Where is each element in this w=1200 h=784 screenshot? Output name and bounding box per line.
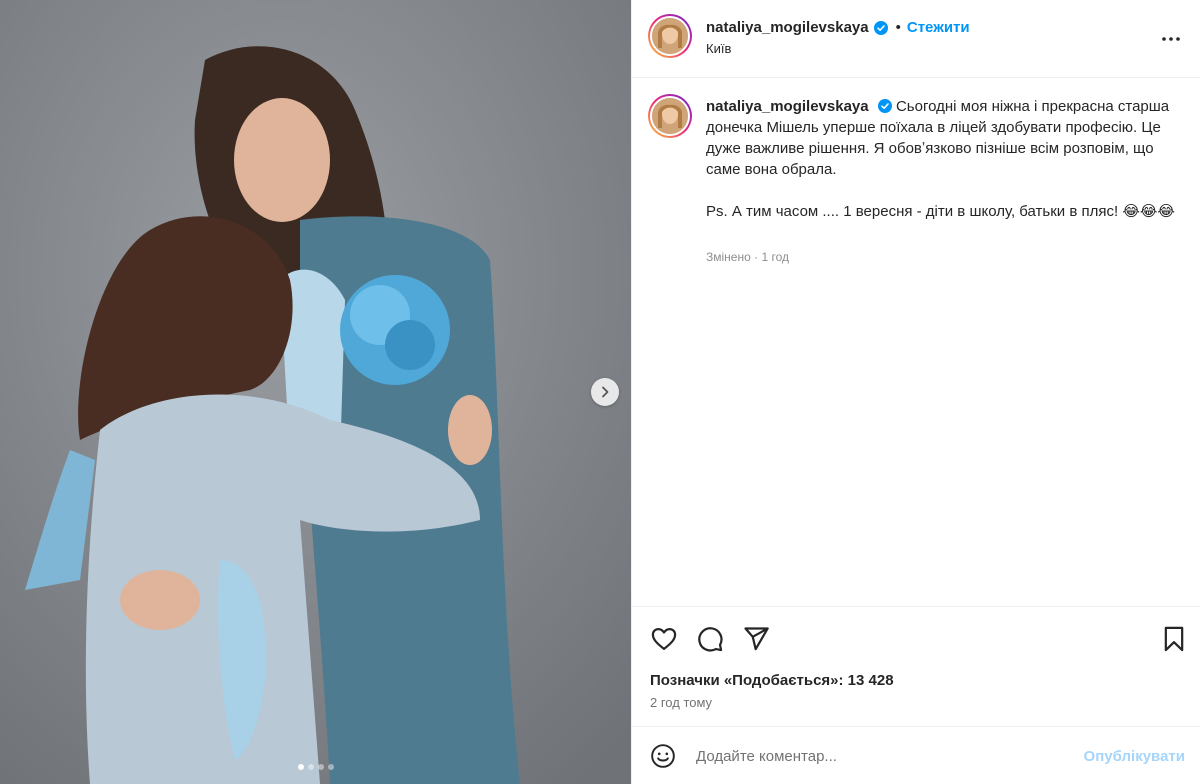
- avatar-image: [650, 96, 690, 136]
- post-media[interactable]: [0, 0, 631, 784]
- emoji-icon[interactable]: [650, 743, 676, 769]
- post-header: nataliya_mogilevskaya • Стежити Київ: [632, 0, 1200, 78]
- carousel-dot: [327, 764, 334, 770]
- avatar[interactable]: [648, 14, 692, 58]
- avatar[interactable]: [648, 94, 692, 138]
- bookmark-icon[interactable]: [1160, 625, 1188, 653]
- location-link[interactable]: Київ: [706, 41, 731, 56]
- verified-badge-icon: [877, 99, 892, 113]
- verified-badge-icon: [873, 20, 888, 35]
- separator-dot: •: [895, 19, 901, 36]
- avatar-image: [650, 16, 690, 56]
- comment-bar: Опублікувати: [632, 726, 1200, 784]
- carousel-dot: [297, 764, 304, 770]
- caption-text: nataliya_mogilevskaya Сьогодні моя ніжна…: [706, 96, 1176, 222]
- carousel-indicator: [0, 764, 631, 770]
- likes-count[interactable]: Позначки «Подобається»: 13 428: [650, 672, 894, 689]
- caption-ps: Ps. А тим часом .... 1 вересня - діти в …: [706, 203, 1175, 220]
- share-icon[interactable]: [742, 625, 770, 653]
- publish-button[interactable]: Опублікувати: [1084, 748, 1185, 765]
- carousel-dot: [307, 764, 314, 770]
- caption-age[interactable]: 1 год: [761, 250, 789, 264]
- caption-meta: Змінено · 1 год: [706, 250, 789, 264]
- action-bar: [632, 606, 1200, 666]
- username-link[interactable]: nataliya_mogilevskaya: [706, 19, 869, 36]
- edited-label: Змінено: [706, 250, 751, 264]
- comment-input[interactable]: [696, 744, 1076, 768]
- header-user-line: nataliya_mogilevskaya • Стежити: [706, 19, 970, 36]
- carousel-dot: [317, 764, 324, 770]
- follow-button[interactable]: Стежити: [907, 19, 970, 36]
- post-time[interactable]: 2 год тому: [650, 695, 712, 710]
- comment-icon[interactable]: [696, 625, 724, 653]
- heart-icon[interactable]: [650, 625, 678, 653]
- post-side-panel: nataliya_mogilevskaya • Стежити Київ nat…: [631, 0, 1200, 784]
- more-options-icon[interactable]: [1160, 28, 1182, 50]
- post-photo: [0, 0, 631, 784]
- caption-username-link[interactable]: nataliya_mogilevskaya: [706, 98, 869, 115]
- chevron-right-icon: [602, 386, 609, 398]
- next-slide-button[interactable]: [591, 378, 619, 406]
- meta-separator: ·: [754, 250, 759, 264]
